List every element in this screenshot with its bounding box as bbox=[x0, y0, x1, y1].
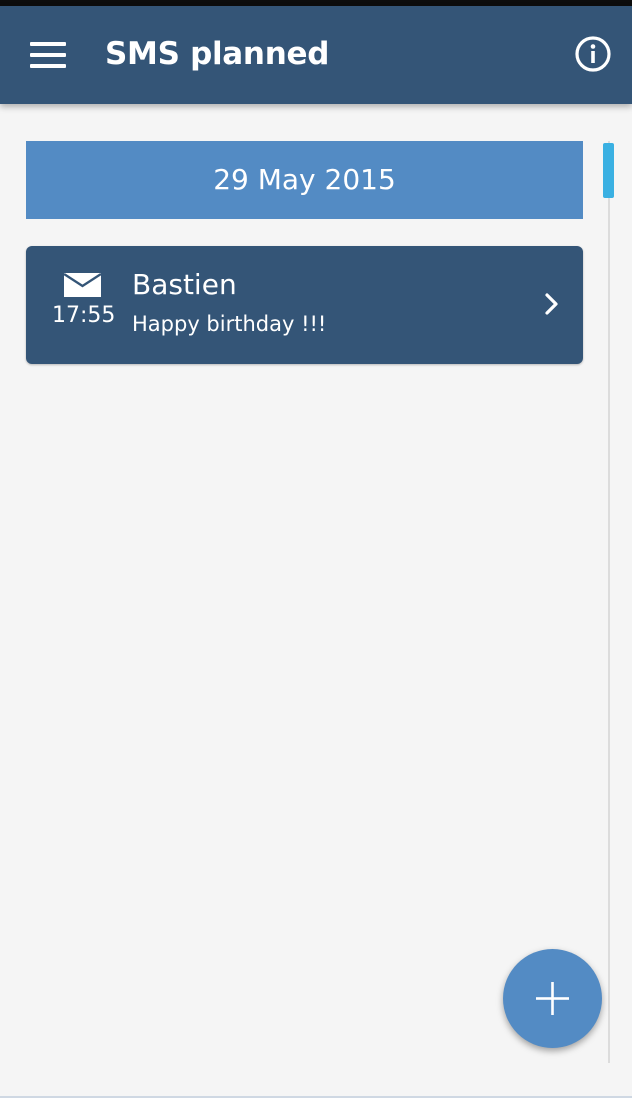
plus-icon bbox=[536, 982, 569, 1015]
sms-message-preview: Happy birthday !!! bbox=[132, 312, 327, 336]
sms-recipient: Bastien bbox=[132, 268, 237, 301]
date-header: 29 May 2015 bbox=[26, 141, 583, 219]
hamburger-menu-icon[interactable] bbox=[30, 42, 66, 68]
scrollbar-thumb[interactable] bbox=[603, 143, 614, 198]
info-icon[interactable] bbox=[574, 35, 612, 73]
scrollbar-track[interactable] bbox=[608, 141, 610, 1063]
sms-time: 17:55 bbox=[52, 303, 116, 328]
chevron-right-icon[interactable] bbox=[544, 292, 560, 316]
scheduled-sms-item[interactable]: 17:55 Bastien Happy birthday !!! bbox=[26, 246, 583, 364]
page-title: SMS planned bbox=[105, 36, 330, 72]
add-sms-button[interactable] bbox=[503, 949, 602, 1048]
scheduled-sms-list: 29 May 2015 17:55 Bastien Happy birthday… bbox=[0, 104, 632, 1098]
app-bar: SMS planned bbox=[0, 6, 632, 104]
envelope-icon bbox=[63, 272, 102, 297]
